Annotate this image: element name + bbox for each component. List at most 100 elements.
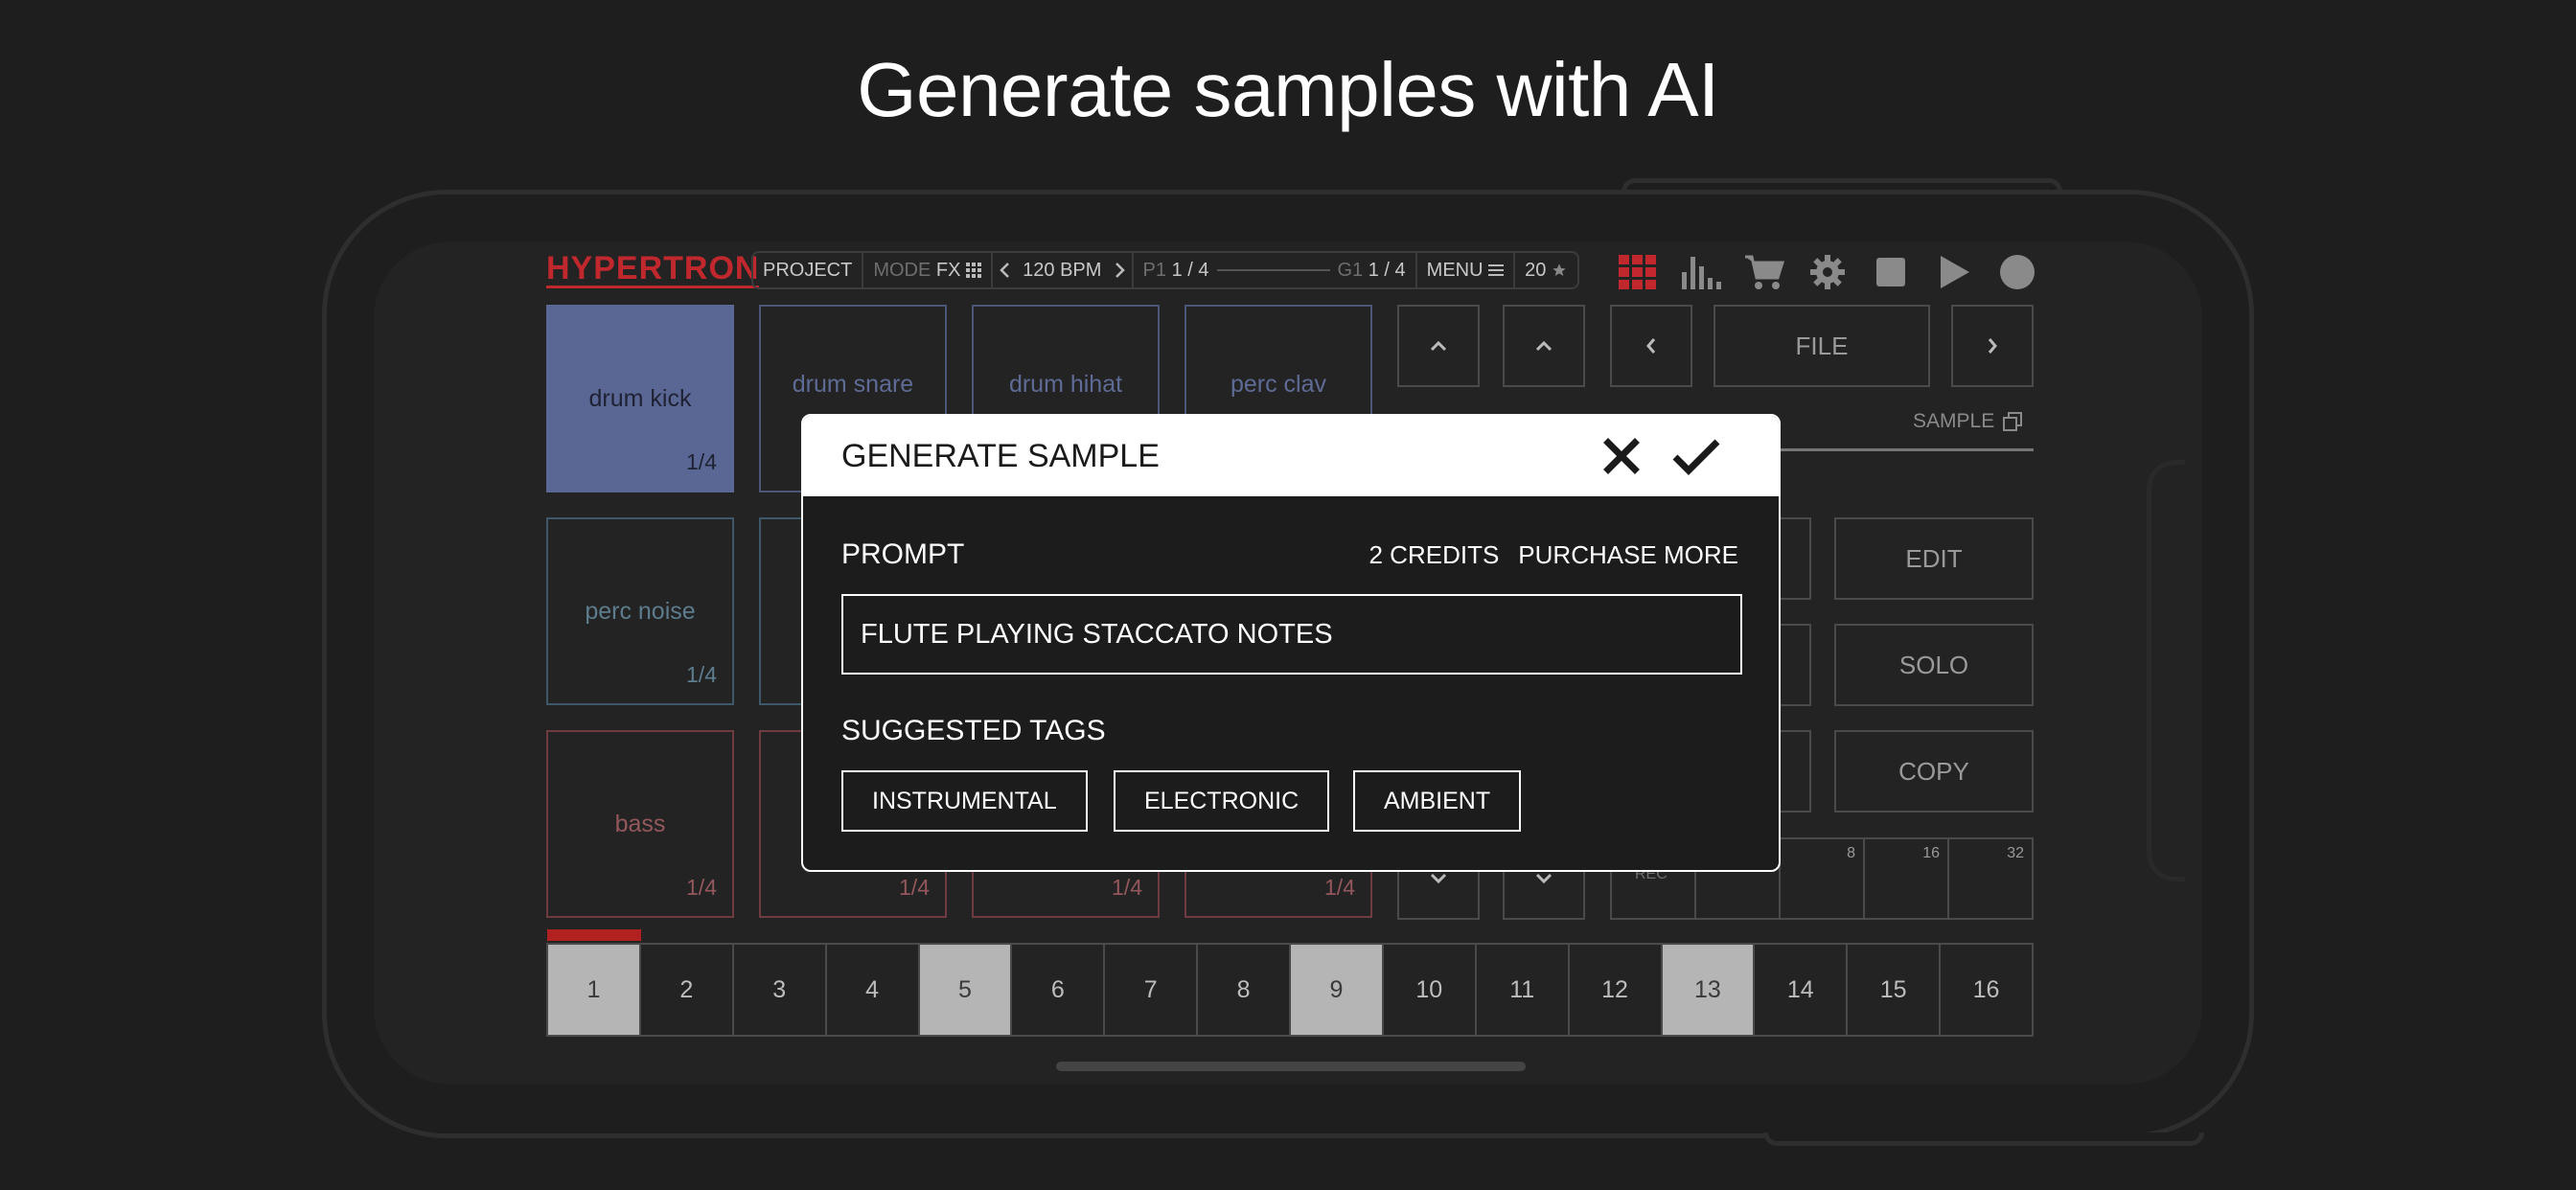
confirm-button[interactable] [1669,429,1723,483]
pad-perc-noise[interactable]: perc noise 1/4 [546,517,734,705]
sample-toggle[interactable]: SAMPLE [1913,410,2023,433]
chevron-up-icon [1535,340,1552,352]
bpm-value: 120 BPM [1023,259,1102,281]
pattern-value: 1 / 4 [1171,259,1209,281]
transport-toolbar [1606,253,2049,291]
pattern-label: P1 [1142,259,1167,281]
octave-up-button-2[interactable] [1503,305,1585,387]
file-label: FILE [1795,331,1849,360]
cart-icon[interactable] [1733,253,1796,291]
close-icon [1603,438,1640,474]
stop-icon[interactable] [1859,253,1922,291]
file-next-button[interactable] [1951,305,2034,387]
length-option[interactable]: 8 [1781,839,1865,918]
pad-fraction: 1/4 [686,875,717,900]
chevron-down-icon [1430,873,1447,884]
edit-button[interactable]: EDIT [1834,517,2034,600]
pad-drum-kick[interactable]: drum kick 1/4 [546,305,734,492]
chevron-down-icon [1535,873,1552,884]
bpm-control[interactable]: 120 BPM [993,253,1134,287]
top-bar: PROJECT MODE FX 120 BPM P1 1 / 4 G1 1 / … [751,251,1579,289]
chevron-right-icon [1988,338,1997,354]
grid-small-icon [966,263,982,278]
chevron-left-icon[interactable] [999,262,1012,279]
file-prev-button[interactable] [1610,305,1692,387]
generate-sample-dialog: GENERATE SAMPLE PROMPT 2 CREDITS PURCHAS… [801,414,1781,872]
pad-bass[interactable]: bass 1/4 [546,730,734,918]
rating-button[interactable]: 20 [1515,253,1576,287]
pad-fraction: 1/4 [899,875,930,900]
tag-ambient[interactable]: AMBIENT [1353,770,1522,832]
step-button[interactable]: 3 [734,945,827,1035]
length-value: 8 [1847,845,1855,861]
step-button[interactable]: 14 [1755,945,1849,1035]
length-option[interactable]: 32 [1949,839,2032,918]
length-option[interactable]: 16 [1865,839,1949,918]
tag-label: INSTRUMENTAL [872,787,1057,814]
pad-label: bass [614,810,666,837]
step-button[interactable]: 13 [1662,945,1756,1035]
step-button[interactable]: 15 [1848,945,1942,1035]
solo-button[interactable]: SOLO [1834,624,2034,706]
step-button[interactable]: 12 [1570,945,1663,1035]
mode-button[interactable]: MODE FX [863,253,994,287]
star-icon [1552,263,1566,276]
step-sequencer: 1 2 3 4 5 6 7 8 9 10 11 12 13 14 15 16 [546,943,2034,1037]
edit-label: EDIT [1905,543,1963,573]
playhead-indicator [547,929,641,941]
phone-frame-notch-bottom [1763,1133,2204,1146]
file-button[interactable]: FILE [1714,305,1930,387]
project-label: PROJECT [763,259,853,281]
chevron-up-icon [1430,340,1447,352]
pad-label: drum hihat [1008,370,1123,398]
dialog-header: GENERATE SAMPLE [803,416,1779,496]
group-value: 1 / 4 [1368,259,1406,281]
project-button[interactable]: PROJECT [753,253,864,287]
sample-label: SAMPLE [1913,410,1995,432]
step-button[interactable]: 10 [1384,945,1477,1035]
home-indicator[interactable] [1056,1062,1526,1071]
mode-value: FX [935,259,961,281]
menu-label: MENU [1426,259,1484,281]
tag-label: AMBIENT [1384,787,1491,814]
pattern-slider-track[interactable] [1216,269,1330,271]
app-logo: HYPERTRON [546,250,760,288]
gear-icon[interactable] [1796,253,1859,291]
bars-icon[interactable] [1669,253,1733,291]
credits-area: 2 CREDITS PURCHASE MORE [1368,540,1738,570]
step-button[interactable]: 7 [1105,945,1199,1035]
tag-electronic[interactable]: ELECTRONIC [1114,770,1330,832]
copy-button[interactable]: COPY [1834,730,2034,812]
dialog-title: GENERATE SAMPLE [841,437,1160,474]
pad-label: drum snare [792,370,914,398]
step-button[interactable]: 6 [1012,945,1106,1035]
purchase-more-link[interactable]: PURCHASE MORE [1518,540,1738,570]
credits-count: 2 CREDITS [1368,540,1500,569]
tag-label: ELECTRONIC [1144,787,1300,814]
octave-up-button-1[interactable] [1397,305,1480,387]
step-button[interactable]: 8 [1198,945,1291,1035]
prompt-input[interactable] [841,594,1742,675]
step-button[interactable]: 5 [919,945,1013,1035]
step-button[interactable]: 4 [827,945,920,1035]
length-value: 32 [2007,845,2024,861]
pad-fraction: 1/4 [686,662,717,687]
step-button[interactable]: 16 [1941,945,2032,1035]
hamburger-icon [1488,264,1505,276]
pattern-group-slider[interactable]: P1 1 / 4 G1 1 / 4 [1134,253,1417,287]
play-icon[interactable] [1922,253,1986,291]
step-button[interactable]: 2 [641,945,734,1035]
step-button[interactable]: 11 [1477,945,1570,1035]
menu-button[interactable]: MENU [1417,253,1516,287]
record-icon[interactable] [1986,253,2049,291]
pad-label: perc clav [1230,370,1327,398]
prompt-label: PROMPT [841,538,965,570]
chevron-right-icon[interactable] [1113,262,1126,279]
step-button[interactable]: 1 [548,945,641,1035]
close-button[interactable] [1595,429,1648,483]
grid-icon[interactable] [1606,253,1669,291]
step-button[interactable]: 9 [1291,945,1384,1035]
pad-fraction: 1/4 [1324,875,1355,900]
tag-instrumental[interactable]: INSTRUMENTAL [841,770,1088,832]
solo-label: SOLO [1898,650,1969,679]
